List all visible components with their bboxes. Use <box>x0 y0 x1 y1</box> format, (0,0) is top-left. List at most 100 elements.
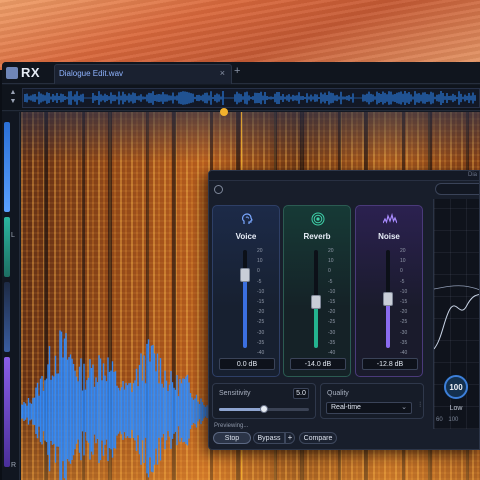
bypass-add-button[interactable]: + <box>285 432 295 444</box>
noise-gain-field[interactable]: -12.8 dB <box>362 358 418 370</box>
quality-select[interactable]: Real-time ⌄ <box>326 402 412 414</box>
fader-scale-tick: 20 <box>400 248 406 254</box>
noise-channel-name: Noise <box>378 232 400 241</box>
fader-scale-tick: -40 <box>257 350 265 357</box>
playhead-marker[interactable] <box>220 108 228 116</box>
freq-label: 100 <box>448 417 459 423</box>
stop-button[interactable]: Stop <box>213 432 251 444</box>
voice-head-icon <box>242 213 253 224</box>
sensitivity-value-field[interactable]: 5.0 <box>293 388 309 399</box>
voice-fader-thumb[interactable] <box>240 268 250 283</box>
plugin-header: Dia <box>209 171 479 181</box>
chevron-down-icon: ⌄ <box>401 404 407 411</box>
analyzer-curve-graphic <box>434 285 479 350</box>
noise-fader-fill <box>386 299 390 348</box>
voice-fader-fill <box>243 275 247 348</box>
waveform-overview[interactable] <box>22 88 480 108</box>
previewing-status: Previewing... <box>214 423 249 429</box>
reverb-gain-field[interactable]: -14.0 dB <box>290 358 346 370</box>
overview-nav-icon[interactable]: ▲ ▼ <box>7 88 19 108</box>
reverb-channel-name: Reverb <box>303 232 331 241</box>
fader-scale-tick: -10 <box>257 288 265 295</box>
fader-scale-tick: -5 <box>400 278 405 285</box>
fader-scale-tick: 0 <box>328 268 331 275</box>
noise-wave-icon <box>383 212 397 224</box>
analyzer-mode-toggle[interactable] <box>435 183 479 195</box>
fader-scale-tick: -35 <box>257 339 265 346</box>
sensitivity-control: Sensitivity 5.0 <box>212 383 316 419</box>
voice-channel-name: Voice <box>235 232 257 241</box>
file-tab[interactable]: Dialogue Edit.wav × <box>54 64 232 84</box>
eq-analyzer[interactable]: 100 Low 60 100 <box>433 199 479 429</box>
voice-fader[interactable] <box>240 250 250 348</box>
left-sidebar: L R <box>2 112 20 480</box>
sensitivity-slider[interactable] <box>219 405 309 413</box>
sensitivity-label: Sensitivity <box>219 390 251 397</box>
low-cut-knob-label: Low <box>449 405 463 412</box>
fader-scale-tick: 0 <box>257 268 260 275</box>
fader-scale-tick: -35 <box>400 339 408 346</box>
plugin-header-label: Dia <box>467 172 477 178</box>
quality-selected-value: Real-time <box>331 404 361 411</box>
fader-scale-tick: -15 <box>400 299 408 306</box>
sidebar-meter-bar <box>4 357 10 467</box>
noise-channel: Noise 20100-5-10-15-20-25-30-35-40-inf -… <box>355 205 423 377</box>
preset-menu-icon[interactable] <box>214 185 223 194</box>
rx-logo: RX <box>6 65 50 81</box>
fader-scale-tick: 10 <box>400 258 406 265</box>
freq-label: 60 <box>436 417 443 423</box>
file-tab-label: Dialogue Edit.wav <box>59 69 124 78</box>
fader-scale-tick: 10 <box>328 258 334 265</box>
fader-scale-tick: -5 <box>257 278 262 285</box>
frequency-labels: 60 100 <box>436 417 479 423</box>
rx-logo-text: RX <box>21 65 41 80</box>
reverb-fader[interactable] <box>311 250 321 348</box>
fader-scale-tick: -20 <box>257 309 265 316</box>
rx-logo-icon <box>6 67 18 79</box>
waveform-overview-row: ▲ ▼ <box>2 85 480 111</box>
quality-options-icon[interactable]: ⫶ <box>419 402 421 410</box>
channel-label-right: R <box>11 462 17 469</box>
fader-scale-tick: -10 <box>328 288 336 295</box>
sidebar-meter-bar <box>4 122 10 212</box>
fader-scale-tick: 20 <box>328 248 334 254</box>
reverb-fader-thumb[interactable] <box>311 294 321 309</box>
fader-scale-tick: 20 <box>257 248 263 254</box>
close-icon[interactable]: × <box>220 68 225 78</box>
fader-scale-tick: 0 <box>400 268 403 275</box>
fader-scale-tick: -25 <box>257 319 265 326</box>
bypass-button[interactable]: Bypass <box>253 432 285 444</box>
quality-control: Quality Real-time ⌄ ⫶ <box>320 383 424 419</box>
overview-waveform-graphic <box>24 91 476 105</box>
sensitivity-slider-fill <box>219 408 264 411</box>
reverb-rings-icon <box>311 212 325 226</box>
fader-scale-tick: -30 <box>257 329 265 336</box>
dialogue-isolate-panel: Dia Voice 20100-5-10-15-20-25-30-35-40-i… <box>208 170 480 450</box>
fader-scale-tick: -20 <box>400 309 408 316</box>
sensitivity-slider-thumb[interactable] <box>260 405 268 413</box>
low-cut-knob-value: 100 <box>449 383 463 392</box>
fader-scale-tick: -40 <box>328 350 336 357</box>
add-tab-button[interactable]: + <box>234 65 240 77</box>
noise-fader-scale: 20100-5-10-15-20-25-30-35-40-inf <box>400 246 422 368</box>
voice-gain-field[interactable]: 0.0 dB <box>219 358 275 370</box>
noise-fader[interactable] <box>383 250 393 348</box>
voice-fader-scale: 20100-5-10-15-20-25-30-35-40-inf <box>257 246 279 368</box>
fader-scale-tick: -25 <box>400 319 408 326</box>
fader-scale-tick: -40 <box>400 350 408 357</box>
noise-fader-thumb[interactable] <box>383 292 393 306</box>
reverb-channel: Reverb 20100-5-10-15-20-25-30-35-40-inf … <box>283 205 351 377</box>
fader-scale-tick: -10 <box>400 288 408 295</box>
fader-scale-tick: 10 <box>257 258 263 265</box>
fader-scale-tick: -5 <box>328 278 333 285</box>
fader-scale-tick: -20 <box>328 309 336 316</box>
reverb-fader-scale: 20100-5-10-15-20-25-30-35-40-inf <box>328 246 350 368</box>
sidebar-meter-bar <box>4 217 10 277</box>
fader-scale-tick: -15 <box>257 299 265 306</box>
quality-label: Quality <box>327 390 349 397</box>
screen: RX Dialogue Edit.wav × + ▲ ▼ L R Dia Voi… <box>0 0 480 480</box>
low-cut-knob[interactable]: 100 <box>444 375 468 399</box>
sidebar-meter-bar <box>4 282 10 352</box>
desktop-wallpaper <box>0 0 480 70</box>
compare-button[interactable]: Compare <box>299 432 337 444</box>
